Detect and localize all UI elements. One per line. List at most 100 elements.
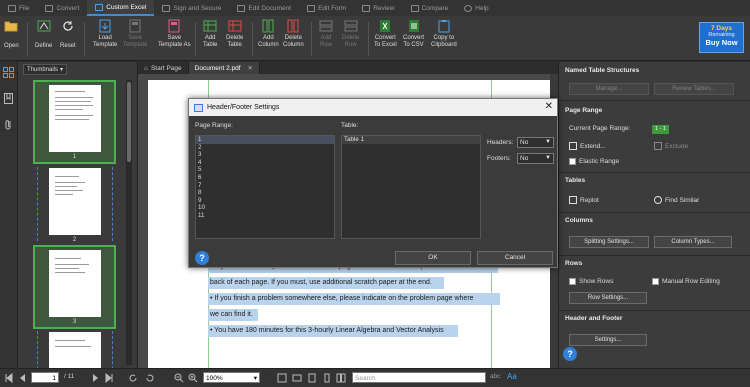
list-item[interactable]: 6 bbox=[196, 174, 334, 182]
highlighted-text-line[interactable]: back of each page. If you must, use addi… bbox=[208, 277, 444, 289]
open-button[interactable]: Open bbox=[4, 19, 19, 50]
zoom-in-icon[interactable] bbox=[188, 373, 198, 383]
bookmarks-icon[interactable] bbox=[3, 93, 14, 104]
single-page-icon[interactable] bbox=[322, 373, 332, 383]
current-page-input[interactable]: 1 bbox=[31, 372, 59, 383]
menu-file[interactable]: File bbox=[0, 0, 37, 16]
column-types-button[interactable]: Column Types... bbox=[654, 236, 732, 248]
buy-now-button[interactable]: 7 Days Remaining Buy Now bbox=[699, 22, 744, 53]
close-icon[interactable]: ✕ bbox=[545, 101, 553, 112]
find-similar-button[interactable]: Find Similar bbox=[654, 196, 699, 204]
review-tables-button[interactable]: Review Tables... bbox=[654, 83, 734, 95]
list-item[interactable]: 5 bbox=[196, 166, 334, 174]
show-rows-label: Show Rows bbox=[579, 278, 614, 285]
thumbnail-page[interactable]: 1 bbox=[33, 80, 116, 164]
first-page-icon[interactable] bbox=[4, 373, 14, 383]
close-tab-icon[interactable]: ✕ bbox=[248, 64, 253, 72]
copy-to-clipboard-button[interactable]: Copy to Clipboard bbox=[431, 19, 457, 49]
save-template-button[interactable]: Save Template bbox=[123, 19, 147, 49]
headers-select[interactable]: No ▼ bbox=[517, 137, 554, 148]
convert-to-excel-button[interactable]: Convert To Excel bbox=[374, 19, 397, 49]
match-whole-word-toggle[interactable]: abc bbox=[490, 373, 500, 380]
rotate-left-icon[interactable] bbox=[128, 373, 138, 383]
add-row-label-2: Row bbox=[319, 42, 332, 48]
list-item[interactable]: 8 bbox=[196, 189, 334, 197]
extend-button[interactable]: Extend... bbox=[569, 142, 606, 150]
list-item[interactable]: 3 bbox=[196, 151, 334, 159]
two-page-icon[interactable] bbox=[336, 373, 346, 383]
add-row-button[interactable]: Add Row bbox=[319, 19, 333, 49]
delete-row-button[interactable]: Delete Row bbox=[342, 19, 359, 49]
show-rows-checkbox[interactable]: Show Rows bbox=[569, 278, 613, 285]
delete-table-button[interactable]: Delete Table bbox=[226, 19, 243, 49]
menu-convert[interactable]: Convert bbox=[37, 0, 87, 16]
previous-page-icon[interactable] bbox=[17, 373, 27, 383]
menu-edit-document[interactable]: Edit Document bbox=[229, 0, 299, 16]
manage-button[interactable]: Manage... bbox=[569, 83, 649, 95]
help-icon[interactable]: ? bbox=[195, 251, 209, 265]
footers-select[interactable]: No ▼ bbox=[517, 153, 554, 164]
rows-heading: Rows bbox=[565, 260, 583, 267]
thumbnail-page[interactable]: 2 bbox=[33, 163, 116, 247]
menu-edit-form[interactable]: Edit Form bbox=[299, 0, 354, 16]
splitting-settings-button[interactable]: Splitting Settings... bbox=[569, 236, 649, 248]
list-item[interactable]: Table 1 bbox=[342, 136, 480, 144]
attachments-icon[interactable] bbox=[3, 119, 14, 130]
reset-button[interactable]: Reset bbox=[60, 19, 76, 50]
delete-column-button[interactable]: Delete Column bbox=[283, 19, 304, 49]
list-item[interactable]: 1 bbox=[196, 136, 334, 144]
fit-width-icon[interactable] bbox=[292, 373, 302, 383]
load-template-button[interactable]: Load Template bbox=[93, 19, 117, 49]
zoom-dropdown[interactable]: 100% ▾ bbox=[203, 372, 260, 383]
ok-button[interactable]: OK bbox=[395, 251, 471, 265]
manual-row-editing-checkbox[interactable]: Manual Row Editing bbox=[652, 278, 720, 285]
convert-to-csv-button[interactable]: Convert To CSV bbox=[403, 19, 424, 49]
thumbnails-dropdown[interactable]: Thumbnails ▾ bbox=[23, 64, 68, 75]
highlighted-text-line[interactable]: we can find it. bbox=[208, 309, 258, 321]
scrollbar-thumb[interactable] bbox=[127, 82, 131, 162]
cancel-button[interactable]: Cancel bbox=[477, 251, 553, 265]
highlighted-text-line[interactable]: • If you finish a problem somewhere else… bbox=[208, 293, 500, 305]
list-item[interactable]: 10 bbox=[196, 204, 334, 212]
thumbnail-page[interactable]: 3 bbox=[33, 245, 116, 329]
define-button[interactable]: Define bbox=[35, 19, 52, 50]
highlighted-text-line[interactable]: • You have 180 minutes for this 3-hourly… bbox=[208, 325, 458, 337]
rotate-right-icon[interactable] bbox=[145, 373, 155, 383]
next-page-icon[interactable] bbox=[91, 373, 101, 383]
list-item[interactable]: 9 bbox=[196, 197, 334, 205]
replot-button[interactable]: Replot bbox=[569, 196, 599, 204]
page-range-list[interactable]: 1 2 3 4 5 6 7 8 9 10 11 bbox=[195, 135, 335, 239]
list-item[interactable]: 11 bbox=[196, 212, 334, 220]
thumbnails-scrollbar[interactable] bbox=[126, 80, 132, 365]
fit-page-icon[interactable] bbox=[277, 373, 287, 383]
menu-help[interactable]: Help bbox=[456, 0, 496, 16]
last-page-icon[interactable] bbox=[104, 373, 114, 383]
text-line bbox=[54, 115, 93, 116]
elastic-range-checkbox[interactable]: Elastic Range bbox=[569, 158, 619, 165]
list-item[interactable]: 4 bbox=[196, 159, 334, 167]
match-case-toggle[interactable]: Aa bbox=[507, 372, 517, 381]
zoom-out-icon[interactable] bbox=[174, 373, 184, 383]
actual-size-icon[interactable] bbox=[307, 373, 317, 383]
list-item[interactable]: 7 bbox=[196, 182, 334, 190]
exclude-button[interactable]: Exclude bbox=[654, 142, 688, 150]
row-settings-button[interactable]: Row Settings... bbox=[569, 292, 647, 304]
menu-custom-excel[interactable]: Custom Excel bbox=[87, 0, 155, 16]
menu-review[interactable]: Review bbox=[354, 0, 402, 16]
thumbnails-icon[interactable] bbox=[3, 67, 14, 78]
help-icon[interactable]: ? bbox=[563, 347, 577, 361]
menu-sign-and-secure[interactable]: Sign and Secure bbox=[154, 0, 229, 16]
list-item[interactable]: 2 bbox=[196, 144, 334, 152]
add-table-button[interactable]: Add Table bbox=[203, 19, 217, 49]
tab-start-page[interactable]: ⌂ Start Page bbox=[138, 62, 189, 74]
current-page-range-value: 1 - 1 bbox=[652, 125, 669, 134]
save-template-as-button[interactable]: Save Template As bbox=[158, 19, 191, 49]
add-column-button[interactable]: Add Column bbox=[258, 19, 279, 49]
zoom-value: 100% bbox=[206, 375, 223, 382]
table-list[interactable]: Table 1 bbox=[341, 135, 481, 239]
page-guide bbox=[37, 167, 38, 241]
header-footer-settings-button[interactable]: Settings... bbox=[569, 334, 647, 346]
menu-compare[interactable]: Compare bbox=[403, 0, 457, 16]
search-input[interactable]: Search bbox=[352, 372, 486, 383]
tab-document[interactable]: Document 2.pdf ✕ bbox=[188, 62, 260, 74]
